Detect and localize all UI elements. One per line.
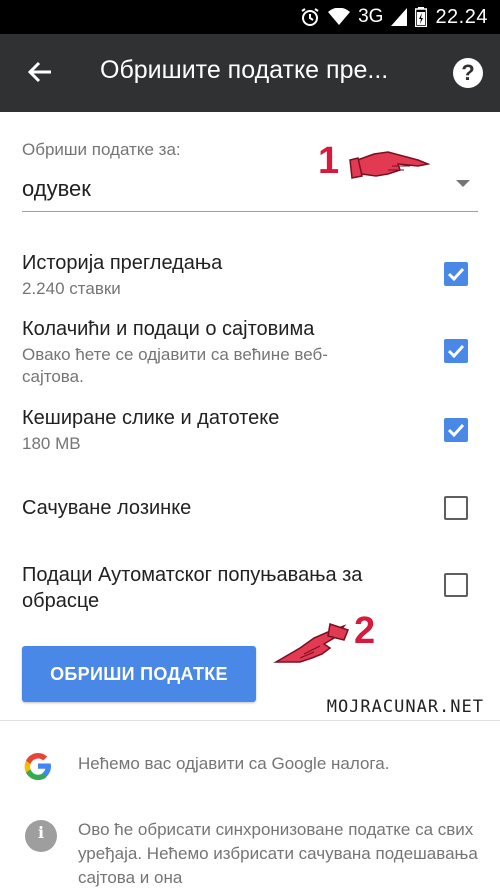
time-range-value: одувек xyxy=(22,176,91,201)
option-saved-passwords[interactable]: Сачуване лозинке xyxy=(22,495,478,521)
footer-google-account: Нећемо вас одјавити са Google налога. xyxy=(22,750,482,790)
option-cookies[interactable]: Колачићи и подаци о сајтовима Овако ћете… xyxy=(22,316,478,388)
checkbox-browsing-history[interactable] xyxy=(444,262,468,286)
dropdown-arrow-icon xyxy=(456,180,470,187)
footer-text: Ово ће обрисати синхронизоване податке с… xyxy=(78,820,478,887)
app-bar: Обришите податке пре... ? xyxy=(0,34,500,112)
option-subtitle: Овако ћете се одјавити са већине веб-сај… xyxy=(22,345,328,386)
pointing-hand-icon xyxy=(273,623,349,663)
status-bar: 3G 22.24 xyxy=(0,0,500,34)
clock: 22.24 xyxy=(435,5,488,28)
checkbox-autofill-data[interactable] xyxy=(444,573,468,597)
network-type: 3G xyxy=(358,6,384,27)
checkbox-saved-passwords[interactable] xyxy=(444,496,468,520)
clear-data-button[interactable]: ОБРИШИ ПОДАТКЕ xyxy=(22,646,256,702)
checkbox-cached-images[interactable] xyxy=(444,418,468,442)
option-title: Подаци Аутоматског попуњавања за обрасце xyxy=(22,564,363,612)
info-icon: i xyxy=(25,820,57,852)
annotation-number-2: 2 xyxy=(354,610,376,652)
wifi-icon xyxy=(328,8,351,25)
footer-sync-info: i Ово ће обрисати синхронизоване податке… xyxy=(22,818,482,889)
back-arrow-icon[interactable] xyxy=(24,56,56,88)
signal-icon xyxy=(391,8,408,26)
google-g-icon xyxy=(24,753,51,780)
footer-text: Нећемо вас одјавити са Google налога. xyxy=(78,754,390,773)
check-icon xyxy=(447,423,465,438)
check-icon xyxy=(447,344,465,359)
watermark: MOJRACUNAR.NET xyxy=(326,697,484,717)
option-title: Сачуване лозинке xyxy=(22,497,192,519)
help-icon[interactable]: ? xyxy=(453,58,483,88)
option-autofill-data[interactable]: Подаци Аутоматског попуњавања за обрасце xyxy=(22,562,478,614)
option-cached-images[interactable]: Кеширане слике и датотеке 180 MB xyxy=(22,405,478,455)
option-browsing-history[interactable]: Историја прегледања 2.240 ставки xyxy=(22,250,478,300)
page-title: Обришите податке пре... xyxy=(100,56,389,84)
time-range-label: Обриши податке за: xyxy=(22,140,181,159)
battery-icon xyxy=(415,7,428,27)
divider xyxy=(0,720,500,721)
option-title: Кеширане слике и датотеке xyxy=(22,407,280,429)
option-title: Историја прегледања xyxy=(22,252,223,274)
pointing-hand-icon xyxy=(349,151,430,179)
check-icon xyxy=(447,267,465,282)
annotation-number-1: 1 xyxy=(318,140,340,182)
option-subtitle: 180 MB xyxy=(22,434,81,453)
option-subtitle: 2.240 ставки xyxy=(22,279,121,298)
checkbox-cookies[interactable] xyxy=(444,339,468,363)
option-title: Колачићи и подаци о сајтовима xyxy=(22,318,315,340)
alarm-icon xyxy=(301,8,319,26)
